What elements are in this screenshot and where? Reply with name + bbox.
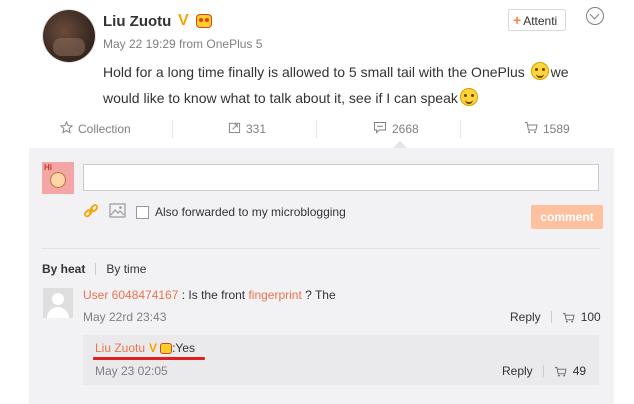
comment-like-count: 100	[580, 310, 601, 324]
comment-text: User 6048474167 : Is the front fingerpri…	[83, 288, 336, 302]
image-icon[interactable]	[109, 203, 126, 221]
post-timestamp-source: May 22 19:29 from OnePlus 5	[103, 37, 263, 51]
action-separator	[316, 120, 317, 138]
comment-text-before: : Is the front	[178, 288, 249, 302]
chevron-down-icon[interactable]	[586, 7, 604, 25]
post-username[interactable]: Liu Zuotu	[103, 13, 171, 30]
repost-button[interactable]: 331	[228, 117, 266, 141]
link-icon[interactable]	[83, 203, 99, 222]
collection-label: Collection	[78, 122, 131, 136]
divider	[42, 248, 600, 249]
thinking-emoji-icon	[459, 88, 478, 106]
comment-count: 2668	[392, 122, 419, 136]
sort-tabs: By heat By time	[42, 262, 146, 276]
avatar[interactable]	[43, 10, 95, 62]
panel-pointer	[393, 141, 407, 148]
comment-submit-button[interactable]: comment	[531, 205, 603, 229]
cart-icon	[524, 121, 538, 137]
tab-by-time[interactable]: By time	[106, 262, 146, 276]
tab-separator	[95, 263, 97, 275]
repost-icon	[228, 121, 241, 137]
comment-input[interactable]	[83, 164, 599, 191]
action-separator	[172, 120, 173, 138]
reply-text: Liu Zuotu V :Yes	[95, 341, 195, 355]
comment-text-after: ? The	[301, 288, 336, 302]
post-text-part1: Hold for a long time finally is allowed …	[103, 64, 529, 80]
post-action-bar: Collection 331 2668 1589	[0, 117, 634, 141]
reply-actions: Reply 49	[502, 364, 586, 378]
reply-reply-button[interactable]: Reply	[502, 364, 533, 378]
follow-label: Attenti	[523, 14, 558, 28]
forward-label: Also forwarded to my microblogging	[155, 205, 346, 219]
comment-count-button[interactable]: 2668	[373, 117, 419, 141]
post-text: Hold for a long time finally is allowed …	[103, 59, 583, 111]
fan-badge-icon	[160, 342, 173, 354]
collection-button[interactable]: Collection	[59, 117, 131, 141]
forward-checkbox[interactable]	[136, 205, 149, 219]
reply-body: :Yes	[172, 341, 195, 355]
star-icon	[59, 120, 74, 137]
comment-highlight-link[interactable]: fingerprint	[248, 288, 301, 302]
comment-actions: Reply 100	[510, 310, 601, 324]
follow-button[interactable]: + Attenti	[508, 9, 566, 31]
reply-like-count: 49	[572, 364, 587, 378]
action-separator	[542, 365, 544, 377]
like-count: 1589	[543, 122, 570, 136]
comment-time: May 22rd 23:43	[83, 310, 167, 324]
action-separator	[460, 120, 461, 138]
comment-icon	[373, 121, 387, 137]
tab-by-heat[interactable]: By heat	[42, 262, 85, 276]
action-separator	[550, 311, 552, 323]
comment-reply-button[interactable]: Reply	[510, 310, 541, 324]
reply-user-link[interactable]: Liu Zuotu	[95, 341, 145, 355]
repost-count: 331	[246, 122, 267, 136]
like-button[interactable]: 1589	[524, 117, 570, 141]
cart-icon[interactable]	[554, 366, 567, 377]
comment-user-link[interactable]: User 6048474167	[83, 288, 178, 302]
reply-time: May 23 02:05	[95, 364, 168, 378]
verified-badge-icon: V	[149, 341, 158, 355]
smile-emoji-icon	[530, 62, 549, 80]
composer-tools: Also forwarded to my microblogging	[83, 203, 346, 221]
my-avatar	[42, 162, 74, 194]
highlight-underline	[93, 357, 205, 360]
cart-icon[interactable]	[562, 312, 575, 323]
verified-badge-icon: V	[178, 12, 189, 29]
follow-plus-icon: +	[513, 12, 522, 28]
fan-badge-icon	[196, 14, 212, 28]
commenter-avatar[interactable]	[43, 288, 73, 318]
